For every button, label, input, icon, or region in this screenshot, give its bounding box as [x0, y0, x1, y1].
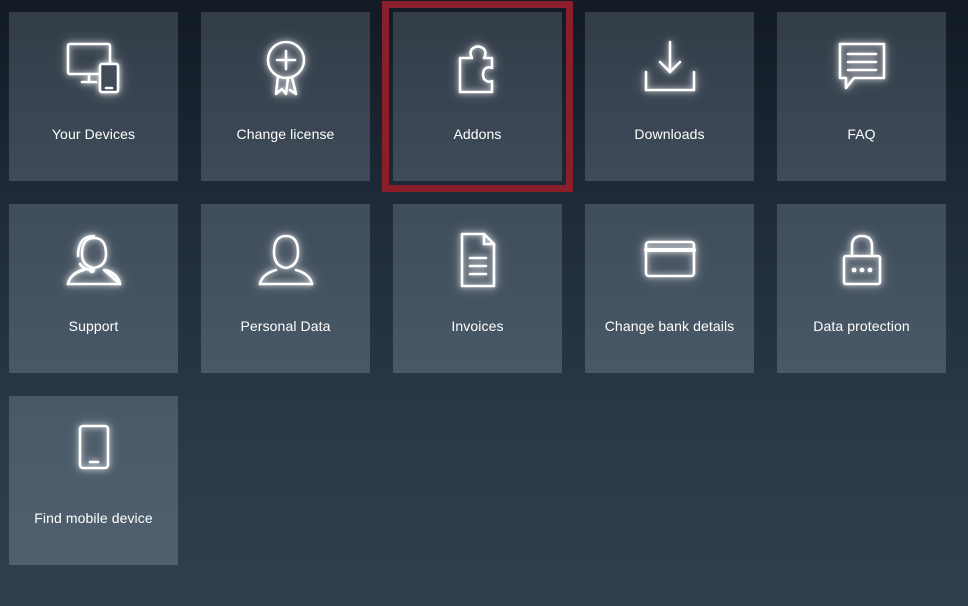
- tile-faq[interactable]: FAQ: [777, 12, 946, 181]
- tile-label: Change bank details: [604, 318, 735, 334]
- tile-data-protection[interactable]: Data protection: [777, 204, 946, 373]
- tile-label: Addons: [453, 126, 502, 142]
- devices-icon: [64, 38, 124, 98]
- tile-change-license[interactable]: Change license: [201, 12, 370, 181]
- tile-label: Find mobile device: [34, 510, 153, 526]
- tile-label: Change license: [236, 126, 335, 142]
- tile-find-mobile-device[interactable]: Find mobile device: [9, 396, 178, 565]
- headset-user-icon: [64, 230, 124, 290]
- tablet-icon: [64, 422, 124, 482]
- user-icon: [256, 230, 316, 290]
- tile-label: Data protection: [813, 318, 910, 334]
- tile-personal-data[interactable]: Personal Data: [201, 204, 370, 373]
- credit-card-icon: [640, 230, 700, 290]
- menu-grid: Your Devices Change license Addons Downl…: [9, 1, 959, 572]
- padlock-icon: [832, 230, 892, 290]
- tile-change-bank-details[interactable]: Change bank details: [585, 204, 754, 373]
- tile-invoices[interactable]: Invoices: [393, 204, 562, 373]
- tile-label: Downloads: [634, 126, 705, 142]
- download-icon: [640, 38, 700, 98]
- tile-support[interactable]: Support: [9, 204, 178, 373]
- tile-label: Your Devices: [51, 126, 136, 142]
- document-icon: [448, 230, 508, 290]
- license-badge-icon: [256, 38, 316, 98]
- puzzle-piece-icon: [448, 38, 508, 98]
- tile-label: FAQ: [847, 126, 876, 142]
- tile-label: Support: [68, 318, 119, 334]
- tile-downloads[interactable]: Downloads: [585, 12, 754, 181]
- tile-addons[interactable]: Addons: [382, 1, 573, 192]
- tile-label: Personal Data: [240, 318, 331, 334]
- tile-your-devices[interactable]: Your Devices: [9, 12, 178, 181]
- tile-label: Invoices: [451, 318, 504, 334]
- chat-bubble-icon: [832, 38, 892, 98]
